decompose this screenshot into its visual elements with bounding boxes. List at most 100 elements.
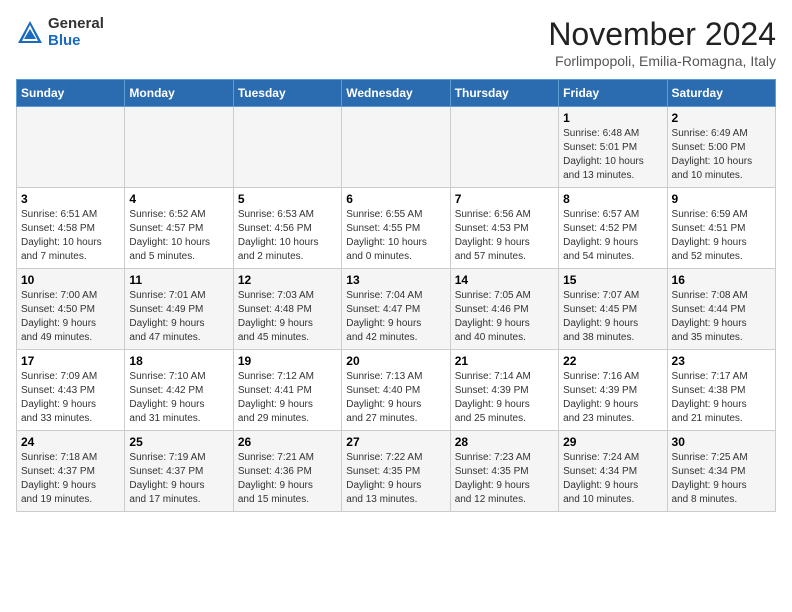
logo: General Blue (16, 16, 104, 49)
day-info: Sunrise: 6:59 AMSunset: 4:51 PMDaylight:… (672, 208, 771, 264)
day-info: Sunrise: 7:12 AMSunset: 4:41 PMDaylight:… (238, 370, 337, 426)
day-number: 15 (563, 273, 662, 287)
day-info: Sunrise: 7:19 AMSunset: 4:37 PMDaylight:… (129, 451, 228, 507)
day-number: 12 (238, 273, 337, 287)
day-header-wednesday: Wednesday (342, 80, 450, 107)
day-number: 16 (672, 273, 771, 287)
day-info: Sunrise: 7:13 AMSunset: 4:40 PMDaylight:… (346, 370, 445, 426)
day-info: Sunrise: 7:21 AMSunset: 4:36 PMDaylight:… (238, 451, 337, 507)
day-info: Sunrise: 7:23 AMSunset: 4:35 PMDaylight:… (455, 451, 554, 507)
calendar-cell: 27 Sunrise: 7:22 AMSunset: 4:35 PMDayligh… (342, 431, 450, 512)
day-info: Sunrise: 6:55 AMSunset: 4:55 PMDaylight:… (346, 208, 445, 264)
calendar-cell: 30Sunrise: 7:25 AMSunset: 4:34 PMDayligh… (667, 431, 775, 512)
calendar-cell (233, 107, 341, 188)
day-number: 29 (563, 435, 662, 449)
calendar-cell: 16 Sunrise: 7:08 AMSunset: 4:44 PMDayligh… (667, 269, 775, 350)
day-header-monday: Monday (125, 80, 233, 107)
day-header-sunday: Sunday (17, 80, 125, 107)
day-number: 23 (672, 354, 771, 368)
day-info: Sunrise: 7:07 AMSunset: 4:45 PMDaylight:… (563, 289, 662, 345)
day-number: 6 (346, 192, 445, 206)
calendar-cell: 14 Sunrise: 7:05 AMSunset: 4:46 PMDayligh… (450, 269, 558, 350)
calendar-cell (125, 107, 233, 188)
calendar-cell: 18Sunrise: 7:10 AMSunset: 4:42 PMDayligh… (125, 350, 233, 431)
day-number: 30 (672, 435, 771, 449)
page-header: General Blue November 2024 Forlimpopoli,… (16, 16, 776, 69)
calendar-cell: 25Sunrise: 7:19 AMSunset: 4:37 PMDayligh… (125, 431, 233, 512)
calendar-cell: 3 Sunrise: 6:51 AMSunset: 4:58 PMDaylight… (17, 188, 125, 269)
calendar-cell: 8 Sunrise: 6:57 AMSunset: 4:52 PMDaylight… (559, 188, 667, 269)
calendar-cell: 13 Sunrise: 7:04 AMSunset: 4:47 PMDayligh… (342, 269, 450, 350)
day-header-tuesday: Tuesday (233, 80, 341, 107)
week-row-1: 1Sunrise: 6:48 AMSunset: 5:01 PMDaylight… (17, 107, 776, 188)
calendar-cell (17, 107, 125, 188)
logo-text: General Blue (48, 16, 104, 49)
logo-blue: Blue (48, 33, 104, 50)
location-title: Forlimpopoli, Emilia-Romagna, Italy (548, 53, 776, 69)
day-number: 17 (21, 354, 120, 368)
calendar-cell: 26Sunrise: 7:21 AMSunset: 4:36 PMDayligh… (233, 431, 341, 512)
day-number: 27 (346, 435, 445, 449)
calendar-cell: 15 Sunrise: 7:07 AMSunset: 4:45 PMDayligh… (559, 269, 667, 350)
calendar-cell: 2 Sunrise: 6:49 AMSunset: 5:00 PMDaylight… (667, 107, 775, 188)
calendar-cell: 24 Sunrise: 7:18 AMSunset: 4:37 PMDayligh… (17, 431, 125, 512)
logo-icon (16, 19, 44, 47)
week-row-4: 17 Sunrise: 7:09 AMSunset: 4:43 PMDayligh… (17, 350, 776, 431)
day-info: Sunrise: 7:16 AMSunset: 4:39 PMDaylight:… (563, 370, 662, 426)
calendar-cell: 12Sunrise: 7:03 AMSunset: 4:48 PMDayligh… (233, 269, 341, 350)
day-info: Sunrise: 7:18 AMSunset: 4:37 PMDaylight:… (21, 451, 120, 507)
day-info: Sunrise: 7:00 AMSunset: 4:50 PMDaylight:… (21, 289, 120, 345)
day-number: 8 (563, 192, 662, 206)
day-number: 21 (455, 354, 554, 368)
day-number: 22 (563, 354, 662, 368)
day-number: 2 (672, 111, 771, 125)
day-info: Sunrise: 7:09 AMSunset: 4:43 PMDaylight:… (21, 370, 120, 426)
day-info: Sunrise: 7:04 AMSunset: 4:47 PMDaylight:… (346, 289, 445, 345)
calendar-cell: 23Sunrise: 7:17 AMSunset: 4:38 PMDayligh… (667, 350, 775, 431)
logo-general: General (48, 16, 104, 33)
day-info: Sunrise: 6:52 AMSunset: 4:57 PMDaylight:… (129, 208, 228, 264)
day-number: 19 (238, 354, 337, 368)
day-header-saturday: Saturday (667, 80, 775, 107)
calendar-cell: 10 Sunrise: 7:00 AMSunset: 4:50 PMDayligh… (17, 269, 125, 350)
day-number: 18 (129, 354, 228, 368)
day-number: 7 (455, 192, 554, 206)
day-header-friday: Friday (559, 80, 667, 107)
week-row-3: 10 Sunrise: 7:00 AMSunset: 4:50 PMDayligh… (17, 269, 776, 350)
calendar-cell: 7 Sunrise: 6:56 AMSunset: 4:53 PMDaylight… (450, 188, 558, 269)
calendar-cell: 20 Sunrise: 7:13 AMSunset: 4:40 PMDayligh… (342, 350, 450, 431)
day-info: Sunrise: 6:53 AMSunset: 4:56 PMDaylight:… (238, 208, 337, 264)
day-info: Sunrise: 7:08 AMSunset: 4:44 PMDaylight:… (672, 289, 771, 345)
calendar-cell: 11Sunrise: 7:01 AMSunset: 4:49 PMDayligh… (125, 269, 233, 350)
day-info: Sunrise: 7:24 AMSunset: 4:34 PMDaylight:… (563, 451, 662, 507)
calendar-cell: 4Sunrise: 6:52 AMSunset: 4:57 PMDaylight… (125, 188, 233, 269)
day-info: Sunrise: 6:51 AMSunset: 4:58 PMDaylight:… (21, 208, 120, 264)
day-number: 24 (21, 435, 120, 449)
calendar-cell: 17 Sunrise: 7:09 AMSunset: 4:43 PMDayligh… (17, 350, 125, 431)
month-title: November 2024 (548, 16, 776, 53)
day-number: 20 (346, 354, 445, 368)
day-header-thursday: Thursday (450, 80, 558, 107)
day-info: Sunrise: 7:01 AMSunset: 4:49 PMDaylight:… (129, 289, 228, 345)
calendar-cell: 19 Sunrise: 7:12 AMSunset: 4:41 PMDayligh… (233, 350, 341, 431)
day-number: 10 (21, 273, 120, 287)
day-info: Sunrise: 6:57 AMSunset: 4:52 PMDaylight:… (563, 208, 662, 264)
day-number: 13 (346, 273, 445, 287)
calendar-cell: 6 Sunrise: 6:55 AMSunset: 4:55 PMDaylight… (342, 188, 450, 269)
day-number: 1 (563, 111, 662, 125)
days-header-row: SundayMondayTuesdayWednesdayThursdayFrid… (17, 80, 776, 107)
day-number: 9 (672, 192, 771, 206)
calendar-cell: 1Sunrise: 6:48 AMSunset: 5:01 PMDaylight… (559, 107, 667, 188)
calendar-cell: 29 Sunrise: 7:24 AMSunset: 4:34 PMDayligh… (559, 431, 667, 512)
calendar-cell: 28Sunrise: 7:23 AMSunset: 4:35 PMDayligh… (450, 431, 558, 512)
day-info: Sunrise: 7:05 AMSunset: 4:46 PMDaylight:… (455, 289, 554, 345)
day-info: Sunrise: 6:56 AMSunset: 4:53 PMDaylight:… (455, 208, 554, 264)
day-info: Sunrise: 6:49 AMSunset: 5:00 PMDaylight:… (672, 127, 771, 183)
day-info: Sunrise: 7:22 AMSunset: 4:35 PMDaylight:… (346, 451, 445, 507)
day-number: 3 (21, 192, 120, 206)
calendar-cell (450, 107, 558, 188)
calendar-cell (342, 107, 450, 188)
calendar-cell: 9 Sunrise: 6:59 AMSunset: 4:51 PMDaylight… (667, 188, 775, 269)
day-number: 14 (455, 273, 554, 287)
day-info: Sunrise: 7:14 AMSunset: 4:39 PMDaylight:… (455, 370, 554, 426)
